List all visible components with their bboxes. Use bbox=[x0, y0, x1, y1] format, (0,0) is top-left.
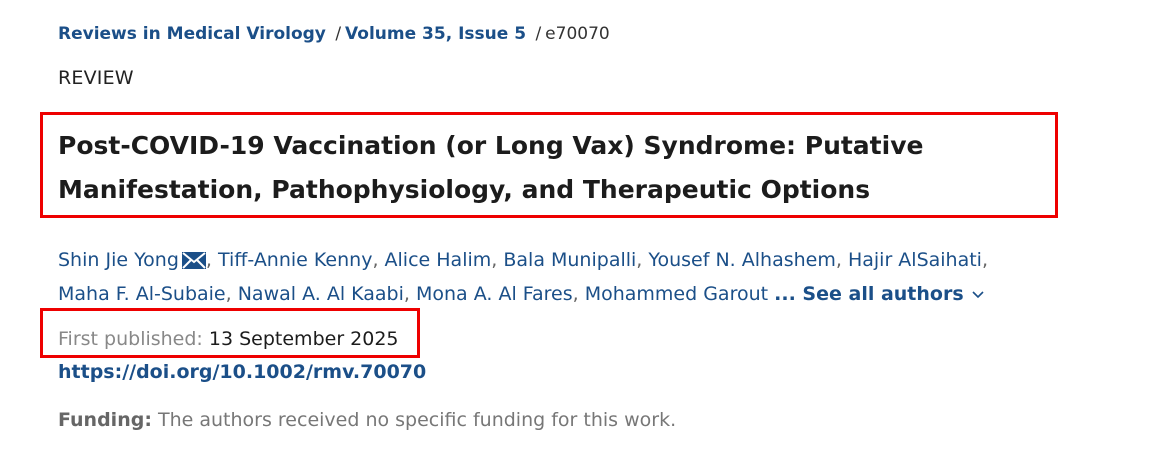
first-published-date: 13 September 2025 bbox=[208, 328, 399, 350]
author-link[interactable]: Tiff-Annie Kenny bbox=[218, 249, 372, 271]
author-link[interactable]: Yousef N. Alhashem bbox=[648, 249, 835, 271]
author-link[interactable]: Hajir AlSaihati bbox=[848, 249, 982, 271]
author-link[interactable]: Shin Jie Yong bbox=[58, 249, 179, 271]
breadcrumb-separator: / bbox=[335, 24, 342, 44]
author-link[interactable]: Maha F. Al-Subaie bbox=[58, 283, 226, 305]
author-link[interactable]: Mona A. Al Fares bbox=[416, 283, 573, 305]
doi-link[interactable]: https://doi.org/10.1002/rmv.70070 bbox=[58, 358, 426, 386]
author-link[interactable]: Nawal A. Al Kaabi bbox=[238, 283, 404, 305]
chevron-down-icon bbox=[972, 278, 984, 308]
article-id: e70070 bbox=[545, 24, 610, 44]
see-all-authors-label: See all authors bbox=[802, 283, 964, 305]
funding-text: The authors received no specific funding… bbox=[157, 409, 677, 431]
author-list: Shin Jie Yong, Tiff-Annie Kenny, Alice H… bbox=[58, 245, 1098, 309]
envelope-icon[interactable] bbox=[181, 248, 206, 278]
funding-label: Funding: bbox=[58, 409, 152, 431]
author-link[interactable]: Alice Halim bbox=[385, 249, 492, 271]
first-published-label: First published: bbox=[58, 328, 203, 350]
article-title: Post-COVID-19 Vaccination (or Long Vax) … bbox=[58, 131, 924, 204]
author-link[interactable]: Mohammed Garout bbox=[585, 283, 768, 305]
author-link[interactable]: Bala Munipalli bbox=[503, 249, 636, 271]
funding-statement: Funding: The authors received no specifi… bbox=[58, 406, 676, 434]
breadcrumb-separator: / bbox=[535, 24, 542, 44]
see-all-authors-button[interactable]: ... See all authors bbox=[774, 283, 984, 305]
article-type: REVIEW bbox=[58, 67, 134, 89]
journal-link[interactable]: Reviews in Medical Virology bbox=[58, 24, 326, 44]
issue-link[interactable]: Volume 35, Issue 5 bbox=[345, 24, 526, 44]
breadcrumb: Reviews in Medical Virology / Volume 35, … bbox=[58, 22, 610, 46]
ellipsis: ... bbox=[774, 283, 796, 305]
first-published: First published: 13 September 2025 bbox=[58, 325, 399, 353]
